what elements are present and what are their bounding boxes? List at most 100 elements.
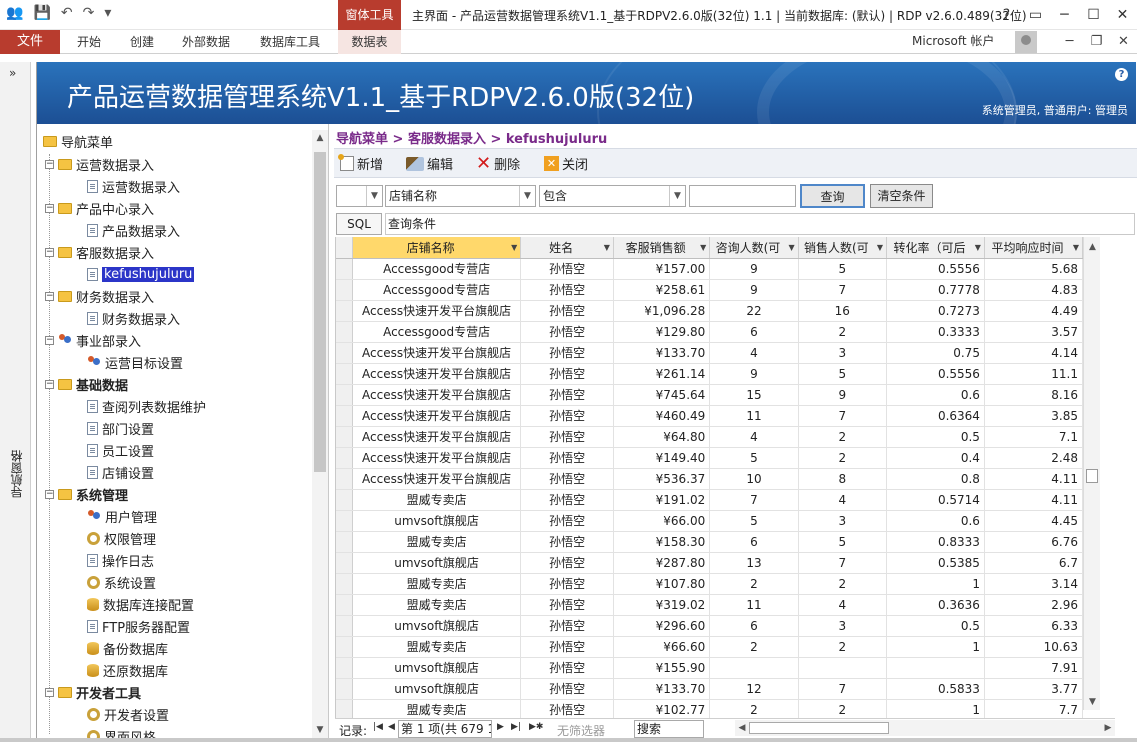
table-cell[interactable]: 0.5385 xyxy=(886,552,985,574)
table-cell[interactable]: 1 xyxy=(886,636,985,658)
row-selector[interactable] xyxy=(336,573,353,595)
table-cell[interactable]: 9 xyxy=(709,363,799,385)
table-cell[interactable]: 0.5833 xyxy=(886,678,985,700)
column-header[interactable]: 转化率（可后 ▼ xyxy=(886,237,985,259)
table-row[interactable]: umvsoft旗舰店 孙悟空 ¥66.00 5 3 0.6 4.45 xyxy=(336,510,1083,532)
table-cell[interactable]: 7 xyxy=(709,489,799,511)
table-cell[interactable]: ¥157.00 xyxy=(613,258,711,280)
table-cell[interactable]: 6 xyxy=(709,615,799,637)
table-cell[interactable]: 2.96 xyxy=(984,594,1083,616)
column-header[interactable]: 店铺名称 ▼ xyxy=(352,237,522,259)
tree-item[interactable]: 权限管理 xyxy=(87,528,156,548)
table-cell[interactable]: 4 xyxy=(709,426,799,448)
tree-item[interactable]: 财务数据录入 xyxy=(87,308,180,328)
table-cell[interactable]: Access快速开发平台旗舰店 xyxy=(352,363,522,385)
tree-group[interactable]: − 产品中心录入 xyxy=(45,198,154,218)
row-selector[interactable] xyxy=(336,657,353,679)
doc-restore-icon[interactable]: ❐ xyxy=(1083,30,1110,54)
row-selector[interactable] xyxy=(336,342,353,364)
table-cell[interactable]: umvsoft旗舰店 xyxy=(352,678,522,700)
table-row[interactable]: umvsoft旗舰店 孙悟空 ¥287.80 13 7 0.5385 6.7 xyxy=(336,552,1083,574)
row-selector[interactable] xyxy=(336,300,353,322)
scroll-right-icon[interactable]: ▶ xyxy=(1101,720,1115,736)
table-row[interactable]: Access快速开发平台旗舰店 孙悟空 ¥64.80 4 2 0.5 7.1 xyxy=(336,426,1083,448)
table-cell[interactable]: 8.16 xyxy=(984,384,1083,406)
table-cell[interactable]: 盟威专卖店 xyxy=(352,573,522,595)
table-cell[interactable]: 0.3333 xyxy=(886,321,985,343)
first-record-icon[interactable]: |◀ xyxy=(373,722,383,732)
table-cell[interactable]: 4.11 xyxy=(984,489,1083,511)
scroll-thumb[interactable] xyxy=(749,722,889,734)
table-cell[interactable]: 3 xyxy=(798,615,887,637)
table-cell[interactable]: 0.8 xyxy=(886,468,985,490)
table-row[interactable]: umvsoft旗舰店 孙悟空 ¥155.90 7.91 xyxy=(336,657,1083,679)
table-cell[interactable]: umvsoft旗舰店 xyxy=(352,552,522,574)
column-header[interactable]: 客服销售额 ▼ xyxy=(613,237,711,259)
row-selector[interactable] xyxy=(336,384,353,406)
table-row[interactable]: Access快速开发平台旗舰店 孙悟空 ¥261.14 9 5 0.5556 11.1 xyxy=(336,363,1083,385)
table-cell[interactable]: 11 xyxy=(709,594,799,616)
tree-group[interactable]: − 开发者工具 xyxy=(45,682,141,702)
table-cell[interactable]: ¥261.14 xyxy=(613,363,711,385)
table-cell[interactable]: 孙悟空 xyxy=(520,342,614,364)
tree-root[interactable]: 导航菜单 xyxy=(43,132,113,151)
table-cell[interactable]: 0.7273 xyxy=(886,300,985,322)
table-cell[interactable]: 孙悟空 xyxy=(520,531,614,553)
avatar[interactable] xyxy=(1015,31,1037,53)
table-cell[interactable]: 2 xyxy=(798,426,887,448)
table-cell[interactable]: 2 xyxy=(798,573,887,595)
table-cell[interactable]: 2 xyxy=(709,699,799,718)
tab-database-tools[interactable]: 数据库工具 xyxy=(260,30,320,54)
table-cell[interactable]: 孙悟空 xyxy=(520,321,614,343)
table-cell[interactable]: 盟威专卖店 xyxy=(352,636,522,658)
scroll-up-icon[interactable]: ▲ xyxy=(1084,239,1101,255)
tree-item[interactable]: 查阅列表数据维护 xyxy=(87,396,206,416)
row-selector[interactable] xyxy=(336,552,353,574)
table-cell[interactable]: 10 xyxy=(709,468,799,490)
column-dropdown-icon[interactable]: ▼ xyxy=(975,237,981,257)
table-cell[interactable]: 3.14 xyxy=(984,573,1083,595)
table-cell[interactable]: 4.11 xyxy=(984,468,1083,490)
tree-item[interactable]: 还原数据库 xyxy=(87,660,168,680)
table-cell[interactable]: 13 xyxy=(709,552,799,574)
table-cell[interactable]: Access快速开发平台旗舰店 xyxy=(352,447,522,469)
table-cell[interactable]: 0.6364 xyxy=(886,405,985,427)
table-cell[interactable]: ¥133.70 xyxy=(613,678,711,700)
table-cell[interactable]: 5 xyxy=(798,363,887,385)
tree-item[interactable]: FTP服务器配置 xyxy=(87,616,190,636)
table-cell[interactable]: 6.33 xyxy=(984,615,1083,637)
tree-group[interactable]: − 财务数据录入 xyxy=(45,286,154,306)
table-cell[interactable]: ¥133.70 xyxy=(613,342,711,364)
table-row[interactable]: 盟威专卖店 孙悟空 ¥191.02 7 4 0.5714 4.11 xyxy=(336,489,1083,511)
file-tab[interactable]: 文件 xyxy=(0,30,60,54)
doc-minimize-icon[interactable]: ─ xyxy=(1056,30,1083,54)
table-cell[interactable]: 孙悟空 xyxy=(520,300,614,322)
table-cell[interactable]: ¥129.80 xyxy=(613,321,711,343)
table-cell[interactable]: ¥66.00 xyxy=(613,510,711,532)
collapse-icon[interactable]: − xyxy=(45,489,54,499)
table-cell[interactable]: 孙悟空 xyxy=(520,552,614,574)
table-cell[interactable]: 2 xyxy=(798,636,887,658)
column-header[interactable]: 平均响应时间 ▼ xyxy=(984,237,1083,259)
collapse-icon[interactable]: − xyxy=(45,291,54,301)
expand-nav-icon[interactable]: » xyxy=(9,66,16,80)
table-cell[interactable]: 孙悟空 xyxy=(520,468,614,490)
tree-item[interactable]: 数据库连接配置 xyxy=(87,594,194,614)
tree-scrollbar[interactable]: ▲ ▼ xyxy=(312,130,328,738)
save-icon[interactable]: 💾 xyxy=(33,5,50,21)
field-combo[interactable]: 店铺名称 ▼ xyxy=(385,185,536,207)
table-cell[interactable]: 0.8333 xyxy=(886,531,985,553)
table-cell[interactable]: 盟威专卖店 xyxy=(352,531,522,553)
table-row[interactable]: Access快速开发平台旗舰店 孙悟空 ¥460.49 11 7 0.6364 3.85 xyxy=(336,405,1083,427)
table-cell[interactable]: 孙悟空 xyxy=(520,678,614,700)
column-header[interactable]: 姓名 ▼ xyxy=(520,237,614,259)
tree-item[interactable]: 店铺设置 xyxy=(87,462,154,482)
table-cell[interactable]: 0.5556 xyxy=(886,258,985,280)
row-selector[interactable] xyxy=(336,405,353,427)
tree-item[interactable]: kefushujuluru xyxy=(87,264,195,284)
row-selector[interactable] xyxy=(336,510,353,532)
customize-qat-icon[interactable]: ▾ xyxy=(104,5,111,21)
table-cell[interactable]: ¥66.60 xyxy=(613,636,711,658)
table-cell[interactable]: 孙悟空 xyxy=(520,384,614,406)
row-selector[interactable] xyxy=(336,258,353,280)
